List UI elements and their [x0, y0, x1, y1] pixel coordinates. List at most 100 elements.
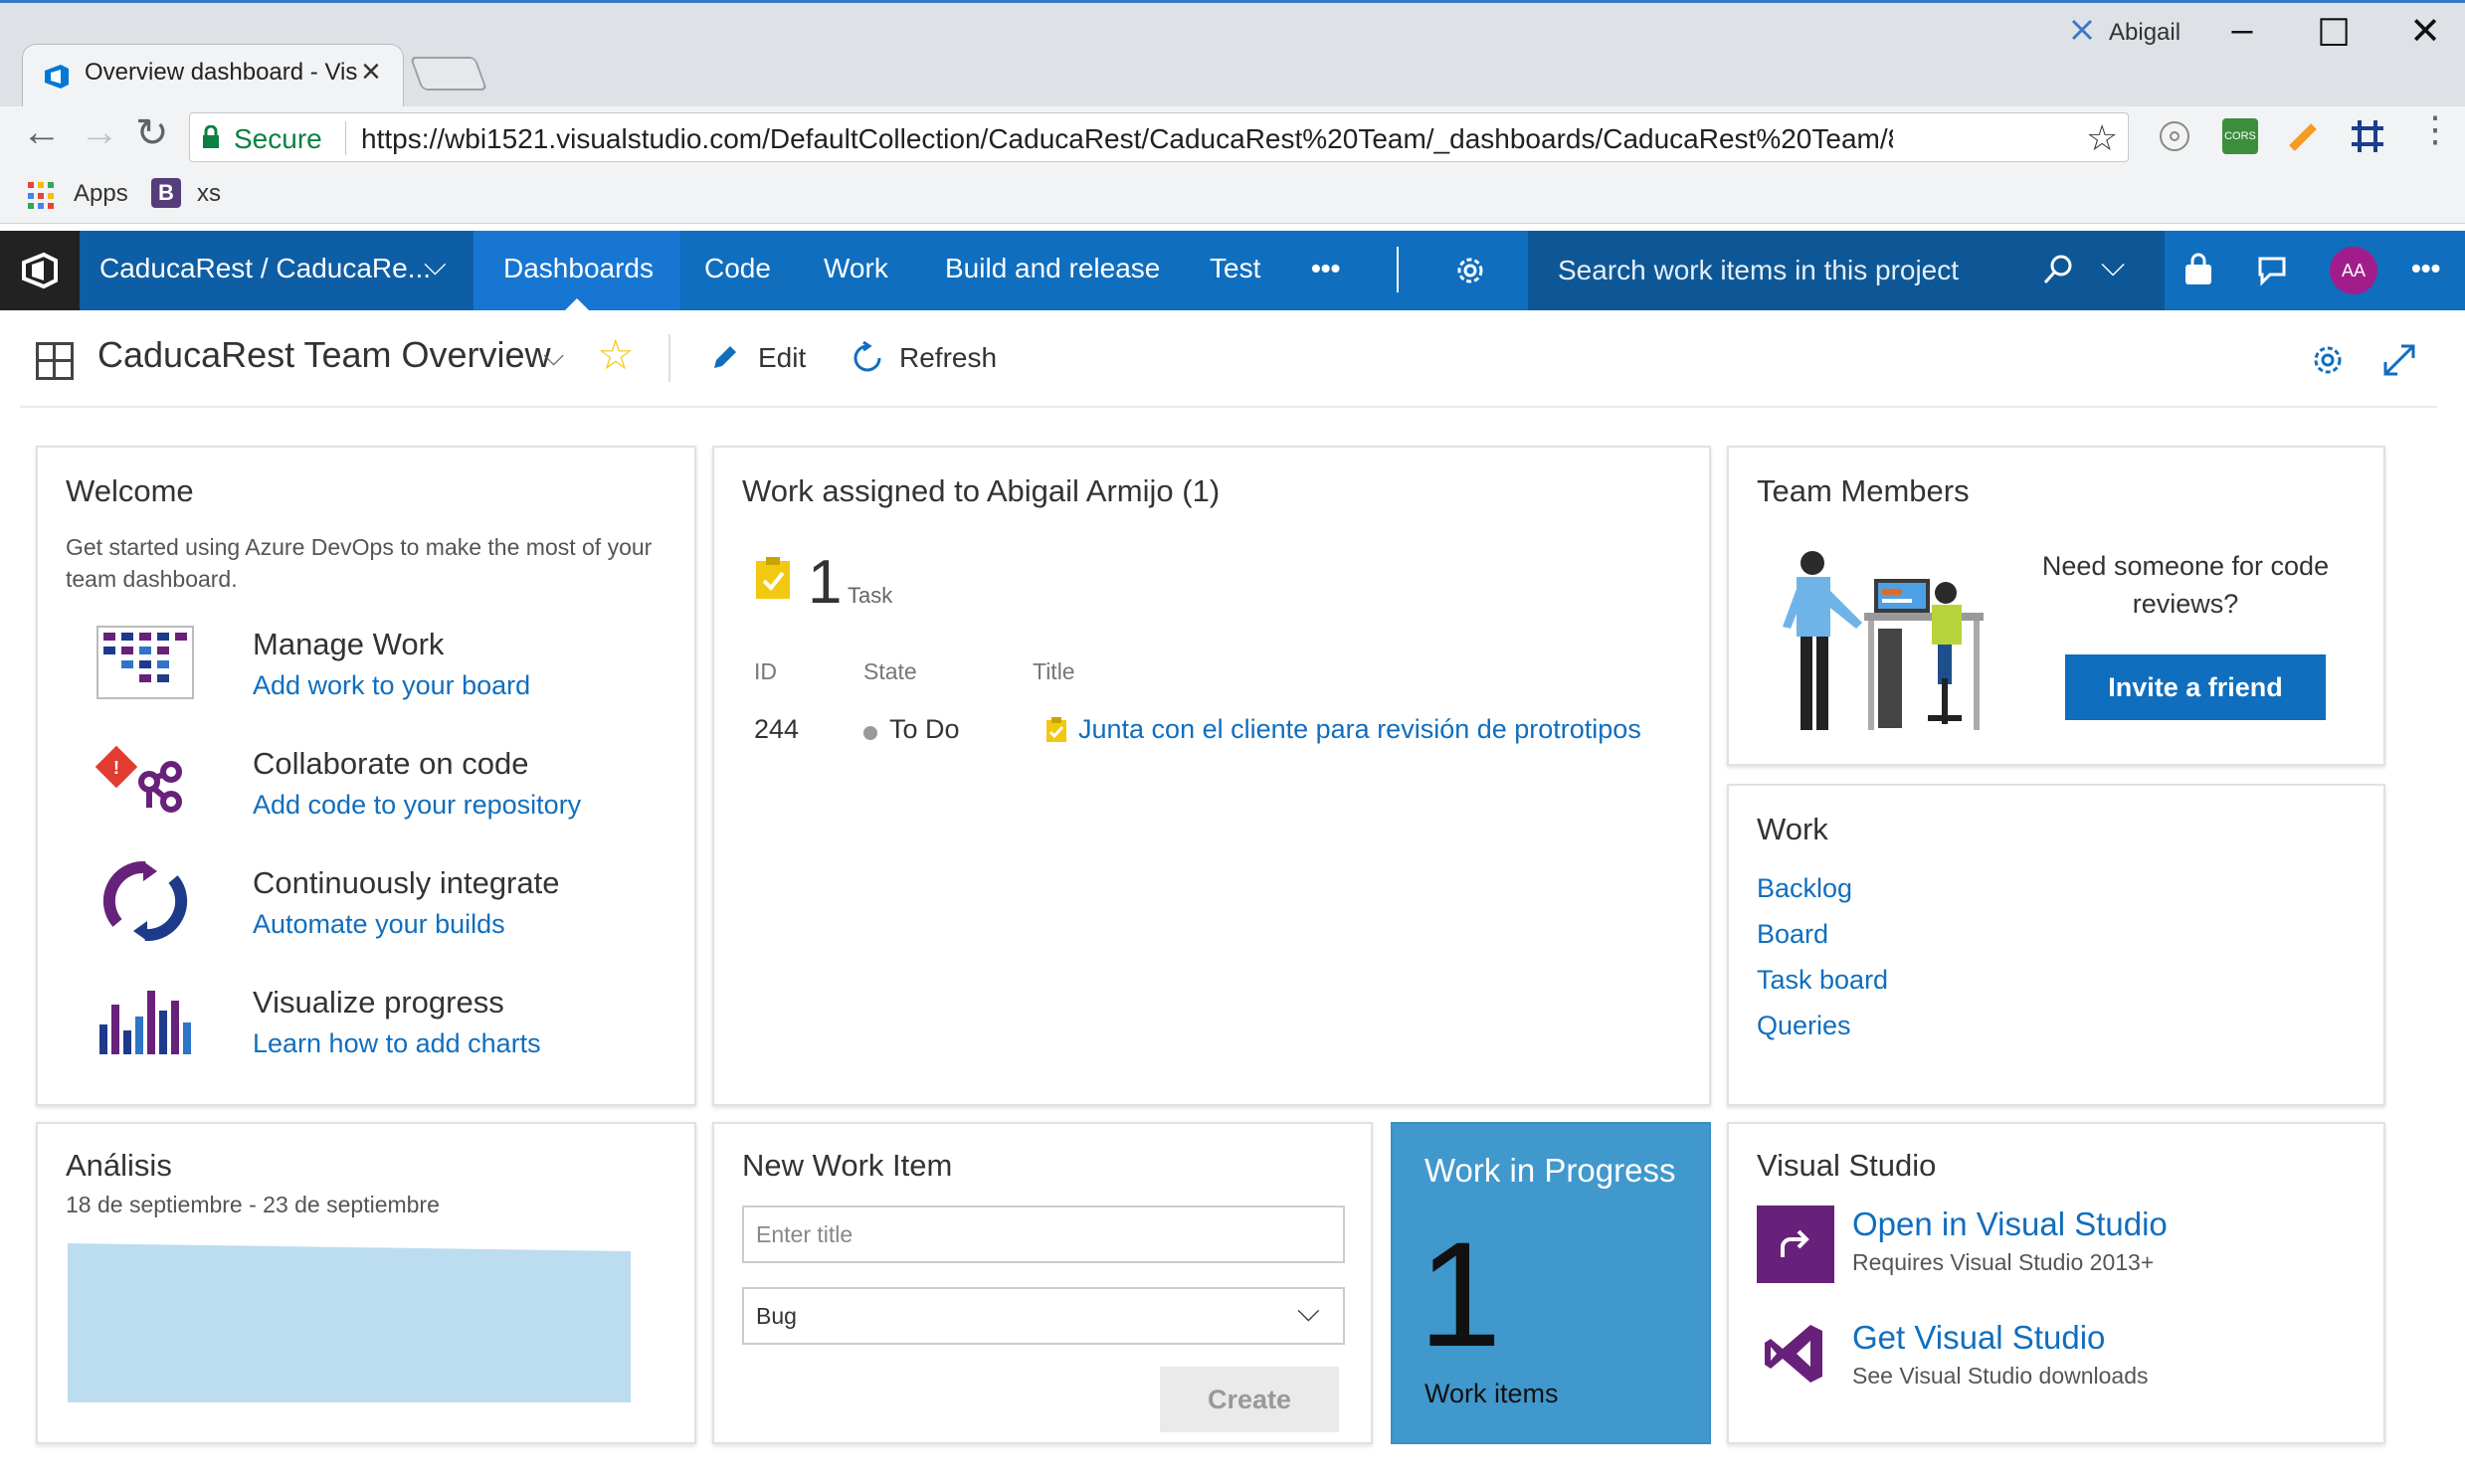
wip-count: 1	[1419, 1210, 1502, 1378]
get-vs-link[interactable]: Get Visual Studio	[1852, 1319, 2105, 1357]
build-icon	[102, 861, 188, 941]
azure-devops-favicon-icon	[45, 65, 69, 89]
welcome-heading-manage-work: Manage Work	[253, 627, 445, 661]
work-item-title-link[interactable]: Junta con el cliente para revisión de pr…	[1078, 714, 1641, 745]
search-options-chevron-icon[interactable]: ⌵	[2101, 247, 2125, 284]
work-item-title-input[interactable]: Enter title	[742, 1206, 1345, 1263]
reload-icon[interactable]: ↻	[135, 110, 169, 156]
hub-dashboards[interactable]: Dashboards	[503, 253, 654, 284]
bookmark-star-icon[interactable]: ☆	[2086, 117, 2118, 159]
analysis-date-range: 18 de septiembre - 23 de septiembre	[66, 1192, 440, 1217]
hub-work[interactable]: Work	[824, 253, 888, 284]
search-icon[interactable]	[2041, 253, 2075, 286]
hub-build-and-release[interactable]: Build and release	[945, 253, 1160, 284]
new-work-item-widget: New Work Item Enter title Bug ⌵ Create	[712, 1122, 1373, 1444]
more-hubs-button[interactable]: •••	[1311, 253, 1340, 284]
visual-studio-logo-icon	[1765, 1325, 1822, 1383]
browser-tab[interactable]: Overview dashboard - Vis ×	[22, 44, 404, 111]
address-bar[interactable]: Secure https://wbi1521.visualstudio.com/…	[189, 112, 2129, 162]
automate-builds-link[interactable]: Automate your builds	[253, 909, 505, 940]
url-text[interactable]: https://wbi1521.visualstudio.com/Default…	[361, 123, 1893, 155]
welcome-heading-integrate: Continuously integrate	[253, 865, 560, 900]
dashboard-grid-icon	[36, 342, 74, 380]
fullscreen-expand-icon[interactable]	[2381, 342, 2417, 378]
back-arrow-icon[interactable]: ←	[22, 110, 62, 155]
extension-pen-icon[interactable]	[2286, 118, 2322, 154]
column-header-id[interactable]: ID	[754, 658, 777, 685]
marketplace-bag-icon[interactable]	[2181, 253, 2216, 288]
column-header-title[interactable]: Title	[1033, 658, 1075, 685]
hub-test[interactable]: Test	[1210, 253, 1260, 284]
tab-close-icon[interactable]: ×	[361, 53, 381, 92]
project-selector[interactable]: CaducaRest / CaducaRe... ⌵	[80, 231, 474, 310]
add-work-link[interactable]: Add work to your board	[253, 670, 530, 701]
add-charts-link[interactable]: Learn how to add charts	[253, 1028, 541, 1059]
minimize-button[interactable]: –	[2212, 9, 2272, 52]
refresh-button[interactable]: Refresh	[899, 342, 997, 374]
project-name: CaducaRest / CaducaRe...	[99, 253, 432, 283]
task-board-link[interactable]: Task board	[1757, 965, 1888, 996]
extension-grid-icon[interactable]	[2350, 118, 2385, 154]
bookmark-xs[interactable]: xs	[197, 180, 221, 208]
work-in-progress-widget[interactable]: Work in Progress 1 Work items	[1391, 1122, 1711, 1444]
invite-friend-button[interactable]: Invite a friend	[2065, 654, 2326, 720]
open-in-vs-requirement: Requires Visual Studio 2013+	[1852, 1249, 2155, 1275]
state-dot	[863, 726, 877, 740]
work-item-search[interactable]: Search work items in this project ⌵	[1528, 231, 2165, 310]
dashboard-title[interactable]: CaducaRest Team Overview	[97, 334, 551, 376]
edit-pencil-icon[interactable]	[708, 342, 740, 374]
feedback-icon[interactable]	[2254, 253, 2290, 288]
hub-code[interactable]: Code	[704, 253, 771, 284]
cors-extension-icon[interactable]: CORS	[2222, 118, 2258, 154]
widget-title: Análisis	[66, 1148, 172, 1183]
assigned-count: 1	[808, 548, 843, 617]
tab-title: Overview dashboard - Vis	[85, 59, 358, 86]
ado-header: CaducaRest / CaducaRe... ⌵ Dashboards Co…	[0, 231, 2465, 310]
refresh-icon[interactable]	[850, 340, 885, 376]
apps-grid-icon[interactable]	[28, 182, 56, 210]
widget-title: New Work Item	[742, 1148, 953, 1183]
browser-menu-icon[interactable]: ⋮	[2417, 108, 2453, 150]
task-icon	[1046, 717, 1066, 742]
header-more-icon[interactable]: •••	[2411, 253, 2440, 284]
toolbar-divider	[668, 334, 670, 382]
settings-gear-icon[interactable]	[1452, 253, 1488, 288]
column-header-state[interactable]: State	[863, 658, 917, 685]
dashboard-settings-gear-icon[interactable]	[2310, 342, 2346, 378]
wip-label: Work items	[1424, 1379, 1559, 1408]
assigned-count-label: Task	[848, 583, 893, 608]
user-avatar[interactable]: AA	[2330, 247, 2377, 294]
window-user-name[interactable]: Abigail	[2109, 19, 2181, 47]
maximize-button[interactable]: ☐	[2304, 11, 2364, 56]
widget-title: Visual Studio	[1757, 1148, 1937, 1183]
dashboard-divider	[20, 406, 2437, 408]
close-window-button[interactable]: ✕	[2395, 9, 2455, 54]
work-item-type-value: Bug	[756, 1303, 797, 1329]
team-members-widget: Team Members Need someone for code revie…	[1727, 446, 2385, 766]
new-tab-button[interactable]	[409, 57, 488, 91]
work-item-type-select[interactable]: Bug ⌵	[742, 1287, 1345, 1345]
queries-link[interactable]: Queries	[1757, 1011, 1851, 1041]
ado-home[interactable]	[0, 231, 80, 310]
add-code-link[interactable]: Add code to your repository	[253, 790, 581, 821]
dashboard-picker-chevron-icon[interactable]: ⌵	[543, 340, 564, 373]
active-hub-caret	[565, 298, 589, 310]
secure-label: Secure	[234, 123, 322, 154]
forward-arrow-icon[interactable]: →	[80, 110, 119, 155]
widget-title: Work	[1757, 812, 1828, 846]
welcome-heading-collaborate: Collaborate on code	[253, 746, 529, 781]
board-icon	[96, 626, 194, 699]
git-icon: !	[95, 745, 182, 813]
extension-circle-icon[interactable]	[2157, 118, 2192, 154]
team-illustration-icon	[1783, 551, 1984, 730]
bookmark-apps[interactable]: Apps	[74, 180, 128, 208]
open-in-vs-link[interactable]: Open in Visual Studio	[1852, 1206, 2168, 1243]
welcome-heading-visualize: Visualize progress	[253, 985, 504, 1020]
create-button[interactable]: Create	[1160, 1367, 1339, 1432]
favorite-star-icon[interactable]: ☆	[597, 330, 635, 379]
backlog-link[interactable]: Backlog	[1757, 873, 1852, 904]
welcome-widget: Welcome Get started using Azure DevOps t…	[36, 446, 696, 1106]
board-link[interactable]: Board	[1757, 919, 1828, 950]
edit-button[interactable]: Edit	[758, 342, 806, 374]
burndown-area-chart[interactable]	[68, 1243, 631, 1402]
